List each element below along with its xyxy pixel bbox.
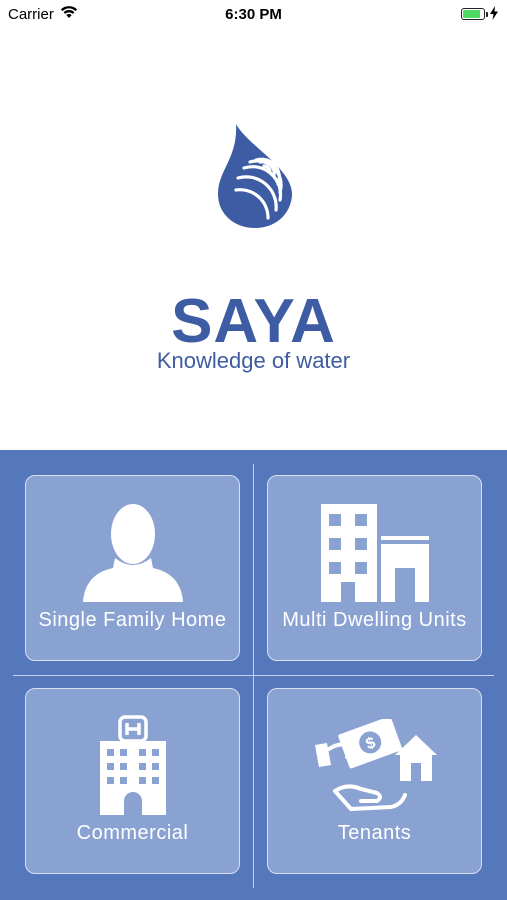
single-family-home-tile[interactable]: Single Family Home [25, 475, 240, 661]
water-drop-logo-icon [216, 124, 294, 228]
battery-icon [461, 8, 488, 20]
rent-payment-icon: $ [268, 711, 481, 819]
status-bar: Carrier 6:30 PM [0, 0, 507, 28]
building-icon [268, 498, 481, 606]
commercial-tile[interactable]: Commercial [25, 688, 240, 874]
tile-label: Commercial [76, 822, 189, 844]
wifi-icon [60, 5, 78, 23]
status-right [461, 5, 507, 23]
category-grid: Single Family Home Multi Dwelling Units [0, 450, 507, 900]
tile-label: Single Family Home [38, 609, 227, 631]
tagline: Knowledge of water [156, 348, 351, 373]
tile-label: Tenants [337, 822, 412, 844]
tile-label: Multi Dwelling Units [282, 609, 467, 631]
charging-icon [489, 5, 499, 23]
status-left: Carrier [0, 6, 78, 23]
hospital-icon [26, 711, 239, 819]
vertical-divider [253, 464, 254, 888]
multi-dwelling-units-tile[interactable]: Multi Dwelling Units [267, 475, 482, 661]
brand-name: SAYA [171, 287, 336, 356]
person-icon [26, 498, 239, 606]
tenants-tile[interactable]: $ Tenants [267, 688, 482, 874]
hero-section: SAYA Knowledge of water [0, 28, 507, 450]
carrier-label: Carrier [8, 5, 54, 23]
horizontal-divider [13, 675, 494, 676]
